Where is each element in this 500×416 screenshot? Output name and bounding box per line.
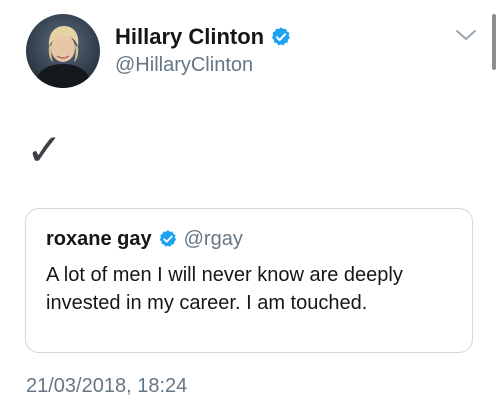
verified-badge-icon bbox=[158, 229, 178, 249]
quoted-tweet[interactable]: roxane gay @rgay A lot of men I will nev… bbox=[25, 208, 473, 353]
chevron-down-icon[interactable] bbox=[455, 28, 477, 42]
author-name[interactable]: Hillary Clinton bbox=[115, 24, 292, 50]
avatar-image bbox=[26, 14, 100, 88]
quoted-author-name: roxane gay bbox=[46, 228, 152, 250]
quoted-tweet-text: A lot of men I will never know are deepl… bbox=[46, 264, 403, 314]
tweet-text: ✓ bbox=[26, 125, 63, 176]
verified-badge-icon bbox=[270, 26, 292, 48]
tweet-card: Hillary Clinton @HillaryClinton ✓ roxane… bbox=[0, 0, 500, 416]
quoted-author-handle: @rgay bbox=[183, 228, 243, 250]
tweet-timestamp[interactable]: 21/03/2018, 18:24 bbox=[26, 374, 187, 398]
quoted-tweet-header: roxane gay @rgay bbox=[46, 227, 243, 251]
author-handle[interactable]: @HillaryClinton bbox=[115, 53, 253, 77]
author-name-text: Hillary Clinton bbox=[115, 24, 265, 49]
author-avatar[interactable] bbox=[26, 14, 100, 88]
scrollbar[interactable] bbox=[492, 14, 496, 70]
